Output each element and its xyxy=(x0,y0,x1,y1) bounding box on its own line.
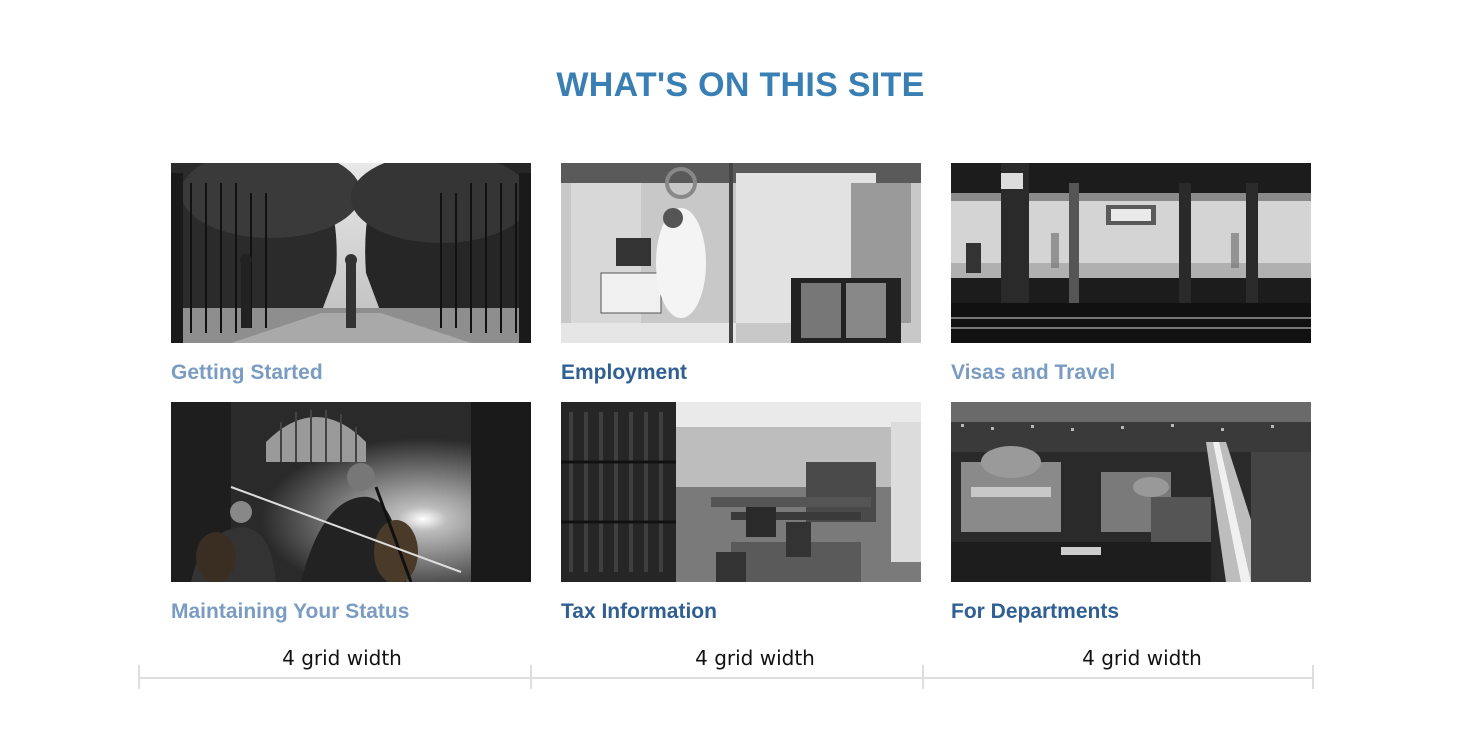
card-for-departments[interactable]: For Departments xyxy=(951,402,1311,623)
campus-aerial-night-photo[interactable] xyxy=(951,402,1311,582)
card-tax-information[interactable]: Tax Information xyxy=(561,402,921,623)
cello-players-photo[interactable] xyxy=(171,402,531,582)
card-maintaining-your-status[interactable]: Maintaining Your Status xyxy=(171,402,531,623)
card-employment[interactable]: Employment xyxy=(561,163,921,384)
grid-width-label-2: 4 grid width xyxy=(695,646,815,670)
campus-gates-photo[interactable] xyxy=(171,163,531,343)
grid-width-label-1: 4 grid width xyxy=(282,646,402,670)
grid-tick-3 xyxy=(922,665,924,689)
grid-tick-1 xyxy=(138,665,140,689)
page: WHAT'S ON THIS SITE Getting Started Empl… xyxy=(0,0,1471,736)
section-title: WHAT'S ON THIS SITE xyxy=(556,66,925,104)
grid-tick-2 xyxy=(530,665,532,689)
card-getting-started[interactable]: Getting Started xyxy=(171,163,531,384)
medical-lab-photo[interactable] xyxy=(561,163,921,343)
card-label-maintaining-your-status[interactable]: Maintaining Your Status xyxy=(171,600,409,624)
card-label-for-departments[interactable]: For Departments xyxy=(951,600,1119,624)
card-label-tax-information[interactable]: Tax Information xyxy=(561,600,717,624)
card-label-getting-started[interactable]: Getting Started xyxy=(171,361,323,385)
grid-measure-line xyxy=(139,677,1314,679)
card-label-visas-and-travel[interactable]: Visas and Travel xyxy=(951,361,1115,385)
card-visas-and-travel[interactable]: Visas and Travel xyxy=(951,163,1311,384)
grid-tick-4 xyxy=(1312,665,1314,689)
grid-width-label-3: 4 grid width xyxy=(1082,646,1202,670)
subway-platform-photo[interactable] xyxy=(951,163,1311,343)
library-reading-room-photo[interactable] xyxy=(561,402,921,582)
card-label-employment[interactable]: Employment xyxy=(561,361,687,385)
